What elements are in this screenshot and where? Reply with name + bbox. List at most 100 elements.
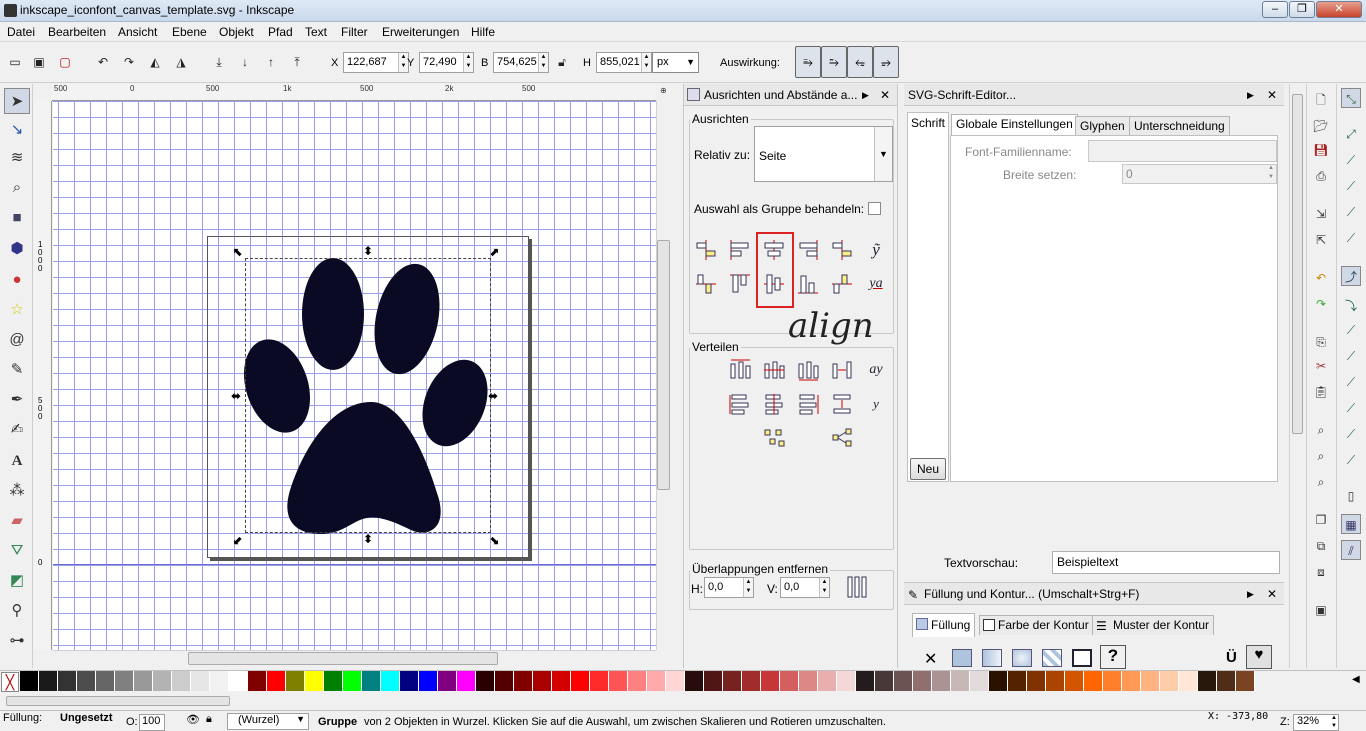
open-icon[interactable]: 📂︎ bbox=[1311, 116, 1331, 136]
fill-rule-evenodd-icon[interactable]: Ü bbox=[1226, 649, 1237, 666]
align-bottom-button[interactable] bbox=[794, 270, 822, 298]
menu-filter[interactable]: Filter bbox=[341, 25, 368, 39]
scale-stroke-button[interactable]: ⥱ bbox=[795, 46, 821, 78]
font-family-input[interactable] bbox=[1088, 140, 1277, 162]
drawing-canvas[interactable]: ⬉ ⬍ ⬈ ⬌ ⬌ ⬋ ⬍ ⬊ bbox=[53, 101, 656, 650]
rotate-cw-icon[interactable]: ↷ bbox=[120, 53, 138, 71]
resize-handle-ne-icon[interactable]: ⬈ bbox=[489, 246, 499, 258]
unset-paint-icon[interactable]: ? bbox=[1100, 645, 1126, 669]
distribute-right-edges-button[interactable] bbox=[794, 356, 822, 384]
palette-swatch[interactable] bbox=[951, 671, 970, 691]
snap-nodes-icon[interactable]: ⤴ bbox=[1341, 266, 1361, 286]
palette-swatch[interactable] bbox=[514, 671, 533, 691]
zoom-fit-icon[interactable]: ⊕ bbox=[660, 86, 667, 95]
lower-icon[interactable]: ↓ bbox=[236, 53, 254, 71]
menu-pfad[interactable]: Pfad bbox=[268, 25, 293, 39]
menu-ansicht[interactable]: Ansicht bbox=[118, 25, 157, 39]
palette-swatch[interactable] bbox=[913, 671, 932, 691]
snap-bbox-corner-icon[interactable]: ⟋ bbox=[1341, 176, 1361, 196]
palette-swatch[interactable] bbox=[742, 671, 761, 691]
palette-swatch[interactable] bbox=[1217, 671, 1236, 691]
palette-swatch[interactable] bbox=[96, 671, 115, 691]
dock-close-icon[interactable]: ✕ bbox=[1267, 583, 1277, 605]
resize-handle-n-icon[interactable]: ⬍ bbox=[363, 245, 373, 257]
deselect-icon[interactable]: ▢ bbox=[56, 53, 74, 71]
palette-swatch[interactable] bbox=[476, 671, 495, 691]
selector-tool-icon[interactable]: ➤ bbox=[4, 88, 30, 114]
palette-swatch[interactable] bbox=[666, 671, 685, 691]
pencil-tool-icon[interactable]: ✎ bbox=[4, 357, 30, 383]
palette-swatch[interactable] bbox=[970, 671, 989, 691]
distribute-left-edges-button[interactable] bbox=[726, 356, 754, 384]
relativ-select[interactable]: Seite ▼ bbox=[754, 126, 893, 182]
palette-swatch[interactable] bbox=[723, 671, 742, 691]
fill-rule-nonzero-icon[interactable]: ♥ bbox=[1246, 645, 1272, 669]
dock-scrollbar[interactable] bbox=[1289, 84, 1305, 668]
dock-collapse-icon[interactable]: ▶ bbox=[1247, 583, 1254, 605]
tab-fill[interactable]: Füllung bbox=[912, 613, 976, 637]
tweak-tool-icon[interactable]: ≋ bbox=[4, 145, 30, 171]
group-icon[interactable]: ▣ bbox=[1311, 600, 1331, 620]
palette-swatch[interactable] bbox=[134, 671, 153, 691]
x-input[interactable]: 122,687 ▲ ▼ bbox=[343, 52, 409, 73]
distribute-gaps-v-button[interactable] bbox=[828, 390, 856, 418]
snap-bbox-edge-icon[interactable]: ⟋ bbox=[1341, 150, 1361, 170]
linear-gradient-icon[interactable] bbox=[982, 649, 1002, 667]
3dbox-tool-icon[interactable]: ⬢ bbox=[4, 236, 30, 262]
scale-corners-button[interactable]: ⥲ bbox=[821, 46, 847, 78]
dock-scroll-thumb[interactable] bbox=[1292, 94, 1303, 434]
palette-swatch[interactable] bbox=[39, 671, 58, 691]
dropper-tool-icon[interactable]: ⚲ bbox=[4, 598, 30, 624]
dock-close-icon[interactable]: ✕ bbox=[1267, 84, 1277, 106]
palette-menu-icon[interactable]: ◀ bbox=[1352, 674, 1360, 685]
calligraphy-tool-icon[interactable]: ✍ bbox=[4, 417, 30, 443]
snap-object-centers-icon[interactable]: ⟋ bbox=[1341, 424, 1361, 444]
horizontal-scroll-thumb[interactable] bbox=[188, 652, 498, 665]
undo-icon[interactable]: ↶ bbox=[1311, 268, 1331, 288]
palette-swatch[interactable] bbox=[856, 671, 875, 691]
overlap-v-input[interactable]: 0,0 ▲ ▼ bbox=[780, 577, 830, 598]
duplicate-icon[interactable]: ❐ bbox=[1311, 510, 1331, 530]
palette-swatch[interactable] bbox=[362, 671, 381, 691]
distribute-gaps-h-button[interactable] bbox=[828, 356, 856, 384]
palette-swatch[interactable] bbox=[1084, 671, 1103, 691]
palette-swatch[interactable] bbox=[438, 671, 457, 691]
menu-text[interactable]: Text bbox=[305, 25, 327, 39]
palette-swatch[interactable] bbox=[381, 671, 400, 691]
palette-swatch[interactable] bbox=[324, 671, 343, 691]
transform-patterns-button[interactable]: ⥴ bbox=[873, 46, 899, 78]
close-button[interactable]: ✕ bbox=[1316, 1, 1362, 18]
select-all-layers-icon[interactable]: ▣ bbox=[30, 53, 48, 71]
distribute-centers-v-button[interactable] bbox=[760, 390, 788, 418]
vertical-scroll-thumb[interactable] bbox=[657, 240, 670, 490]
transform-gradients-button[interactable]: ⥳ bbox=[847, 46, 873, 78]
zoom-tool-icon[interactable]: ⌕ bbox=[4, 175, 30, 201]
palette-swatch[interactable] bbox=[172, 671, 191, 691]
import-icon[interactable]: ⇲ bbox=[1311, 204, 1331, 224]
menu-ebene[interactable]: Ebene bbox=[172, 25, 207, 39]
minimize-button[interactable]: – bbox=[1262, 1, 1288, 18]
palette-swatch[interactable] bbox=[286, 671, 305, 691]
resize-handle-sw-icon[interactable]: ⬋ bbox=[233, 534, 243, 546]
palette-swatch[interactable] bbox=[1103, 671, 1122, 691]
export-icon[interactable]: ⇱ bbox=[1311, 230, 1331, 250]
tab-global-settings[interactable]: Globale Einstellungen bbox=[951, 114, 1078, 136]
palette-swatch[interactable] bbox=[799, 671, 818, 691]
save-icon[interactable]: 💾︎ bbox=[1311, 140, 1331, 160]
palette-swatch[interactable] bbox=[989, 671, 1008, 691]
no-paint-icon[interactable]: ✕ bbox=[924, 649, 937, 669]
dock-collapse-icon[interactable]: ▶ bbox=[862, 84, 869, 106]
palette-swatch[interactable] bbox=[932, 671, 951, 691]
pattern-icon[interactable] bbox=[1042, 649, 1062, 667]
resize-handle-nw-icon[interactable]: ⬉ bbox=[233, 246, 243, 258]
paste-icon[interactable]: 📋︎ bbox=[1311, 382, 1331, 402]
raise-icon[interactable]: ↑ bbox=[262, 53, 280, 71]
palette-swatch[interactable] bbox=[1008, 671, 1027, 691]
snap-toggle-icon[interactable]: ⤡ bbox=[1341, 88, 1361, 108]
align-right-to-left-button[interactable] bbox=[692, 236, 720, 264]
select-all-icon[interactable]: ▭ bbox=[6, 53, 24, 71]
lock-icon[interactable]: 🔒︎ bbox=[206, 713, 212, 726]
dock-collapse-icon[interactable]: ▶ bbox=[1247, 84, 1254, 106]
tab-kerning[interactable]: Unterschneidung bbox=[1129, 116, 1230, 136]
spray-tool-icon[interactable]: ⁂ bbox=[4, 478, 30, 504]
